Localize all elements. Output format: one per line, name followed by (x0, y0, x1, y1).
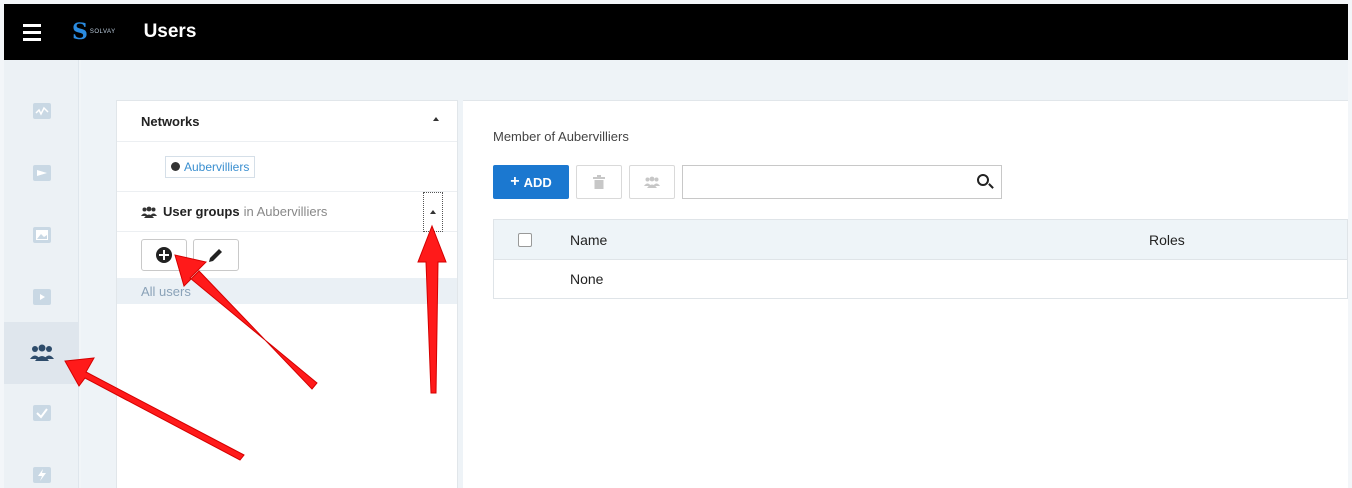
network-list: Aubervilliers (117, 142, 457, 192)
search-icon[interactable] (977, 174, 989, 186)
search-input[interactable] (682, 165, 1002, 199)
group-item-label: All users (141, 283, 191, 299)
edit-group-button[interactable] (193, 239, 239, 271)
activity-icon (32, 103, 51, 119)
delete-member-button[interactable] (576, 165, 622, 199)
bolt-icon (32, 467, 51, 483)
collapse-caret-icon[interactable] (433, 117, 439, 121)
add-member-button[interactable]: + ADD (493, 165, 569, 199)
network-chip-aubervilliers[interactable]: Aubervilliers (165, 155, 256, 178)
sidebar-item-tasks[interactable] (4, 382, 79, 444)
networks-header[interactable]: Networks (117, 101, 457, 142)
network-chip-label: Aubervilliers (184, 159, 250, 174)
table-header: Name Roles (494, 220, 1347, 260)
top-bar: S SOLVAY Users (4, 4, 1348, 60)
sidebar-item-images[interactable] (4, 204, 79, 266)
user-groups-header[interactable]: User groups in Aubervilliers (117, 192, 457, 232)
assign-group-button[interactable] (629, 165, 675, 199)
members-toolbar: + ADD (493, 165, 1002, 199)
media-icon (32, 289, 51, 305)
add-button-label: ADD (523, 174, 552, 190)
main-content: Networks Aubervilliers User groups in Au… (81, 60, 1348, 488)
user-groups-toolbar (117, 232, 457, 278)
sidebar-item-users[interactable] (4, 322, 79, 384)
empty-row-text: None (570, 271, 604, 287)
column-name[interactable]: Name (570, 232, 607, 248)
sidebar (4, 60, 79, 488)
group-item-all-users[interactable]: All users (117, 278, 457, 304)
brand-logo: S SOLVAY (72, 19, 116, 45)
members-panel: Member of Aubervilliers + ADD Name Roles… (463, 100, 1348, 488)
sidebar-item-media[interactable] (4, 266, 79, 328)
message-icon (32, 165, 51, 181)
app-window: S SOLVAY Users Networks Aubervilliers Us… (4, 4, 1348, 488)
networks-panel: Networks Aubervilliers User groups in Au… (116, 100, 458, 488)
network-icon (171, 162, 180, 171)
trash-icon (593, 175, 605, 189)
caret-up-icon (430, 210, 436, 214)
users-icon (141, 206, 157, 218)
users-icon (29, 344, 54, 361)
user-groups-scope: in Aubervilliers (243, 204, 328, 219)
menu-icon[interactable] (4, 4, 60, 60)
users-icon (644, 176, 660, 188)
sidebar-item-energy[interactable] (4, 444, 79, 488)
plus-circle-icon (156, 247, 172, 263)
page-title: Users (143, 21, 197, 42)
column-roles[interactable]: Roles (1149, 232, 1185, 248)
members-table: Name Roles None (493, 219, 1348, 299)
table-row: None (494, 260, 1347, 298)
pencil-icon (209, 249, 222, 262)
sidebar-item-messages[interactable] (4, 142, 79, 204)
plus-icon: + (510, 173, 520, 190)
user-groups-collapse-button[interactable] (423, 192, 443, 232)
members-title: Member of Aubervilliers (493, 129, 629, 144)
networks-label: Networks (141, 113, 200, 129)
image-icon (32, 227, 51, 243)
user-groups-label: User groups (163, 204, 240, 219)
check-icon (32, 405, 51, 421)
select-all-checkbox[interactable] (518, 232, 532, 247)
add-group-button[interactable] (141, 239, 187, 271)
sidebar-item-activity[interactable] (4, 80, 79, 142)
